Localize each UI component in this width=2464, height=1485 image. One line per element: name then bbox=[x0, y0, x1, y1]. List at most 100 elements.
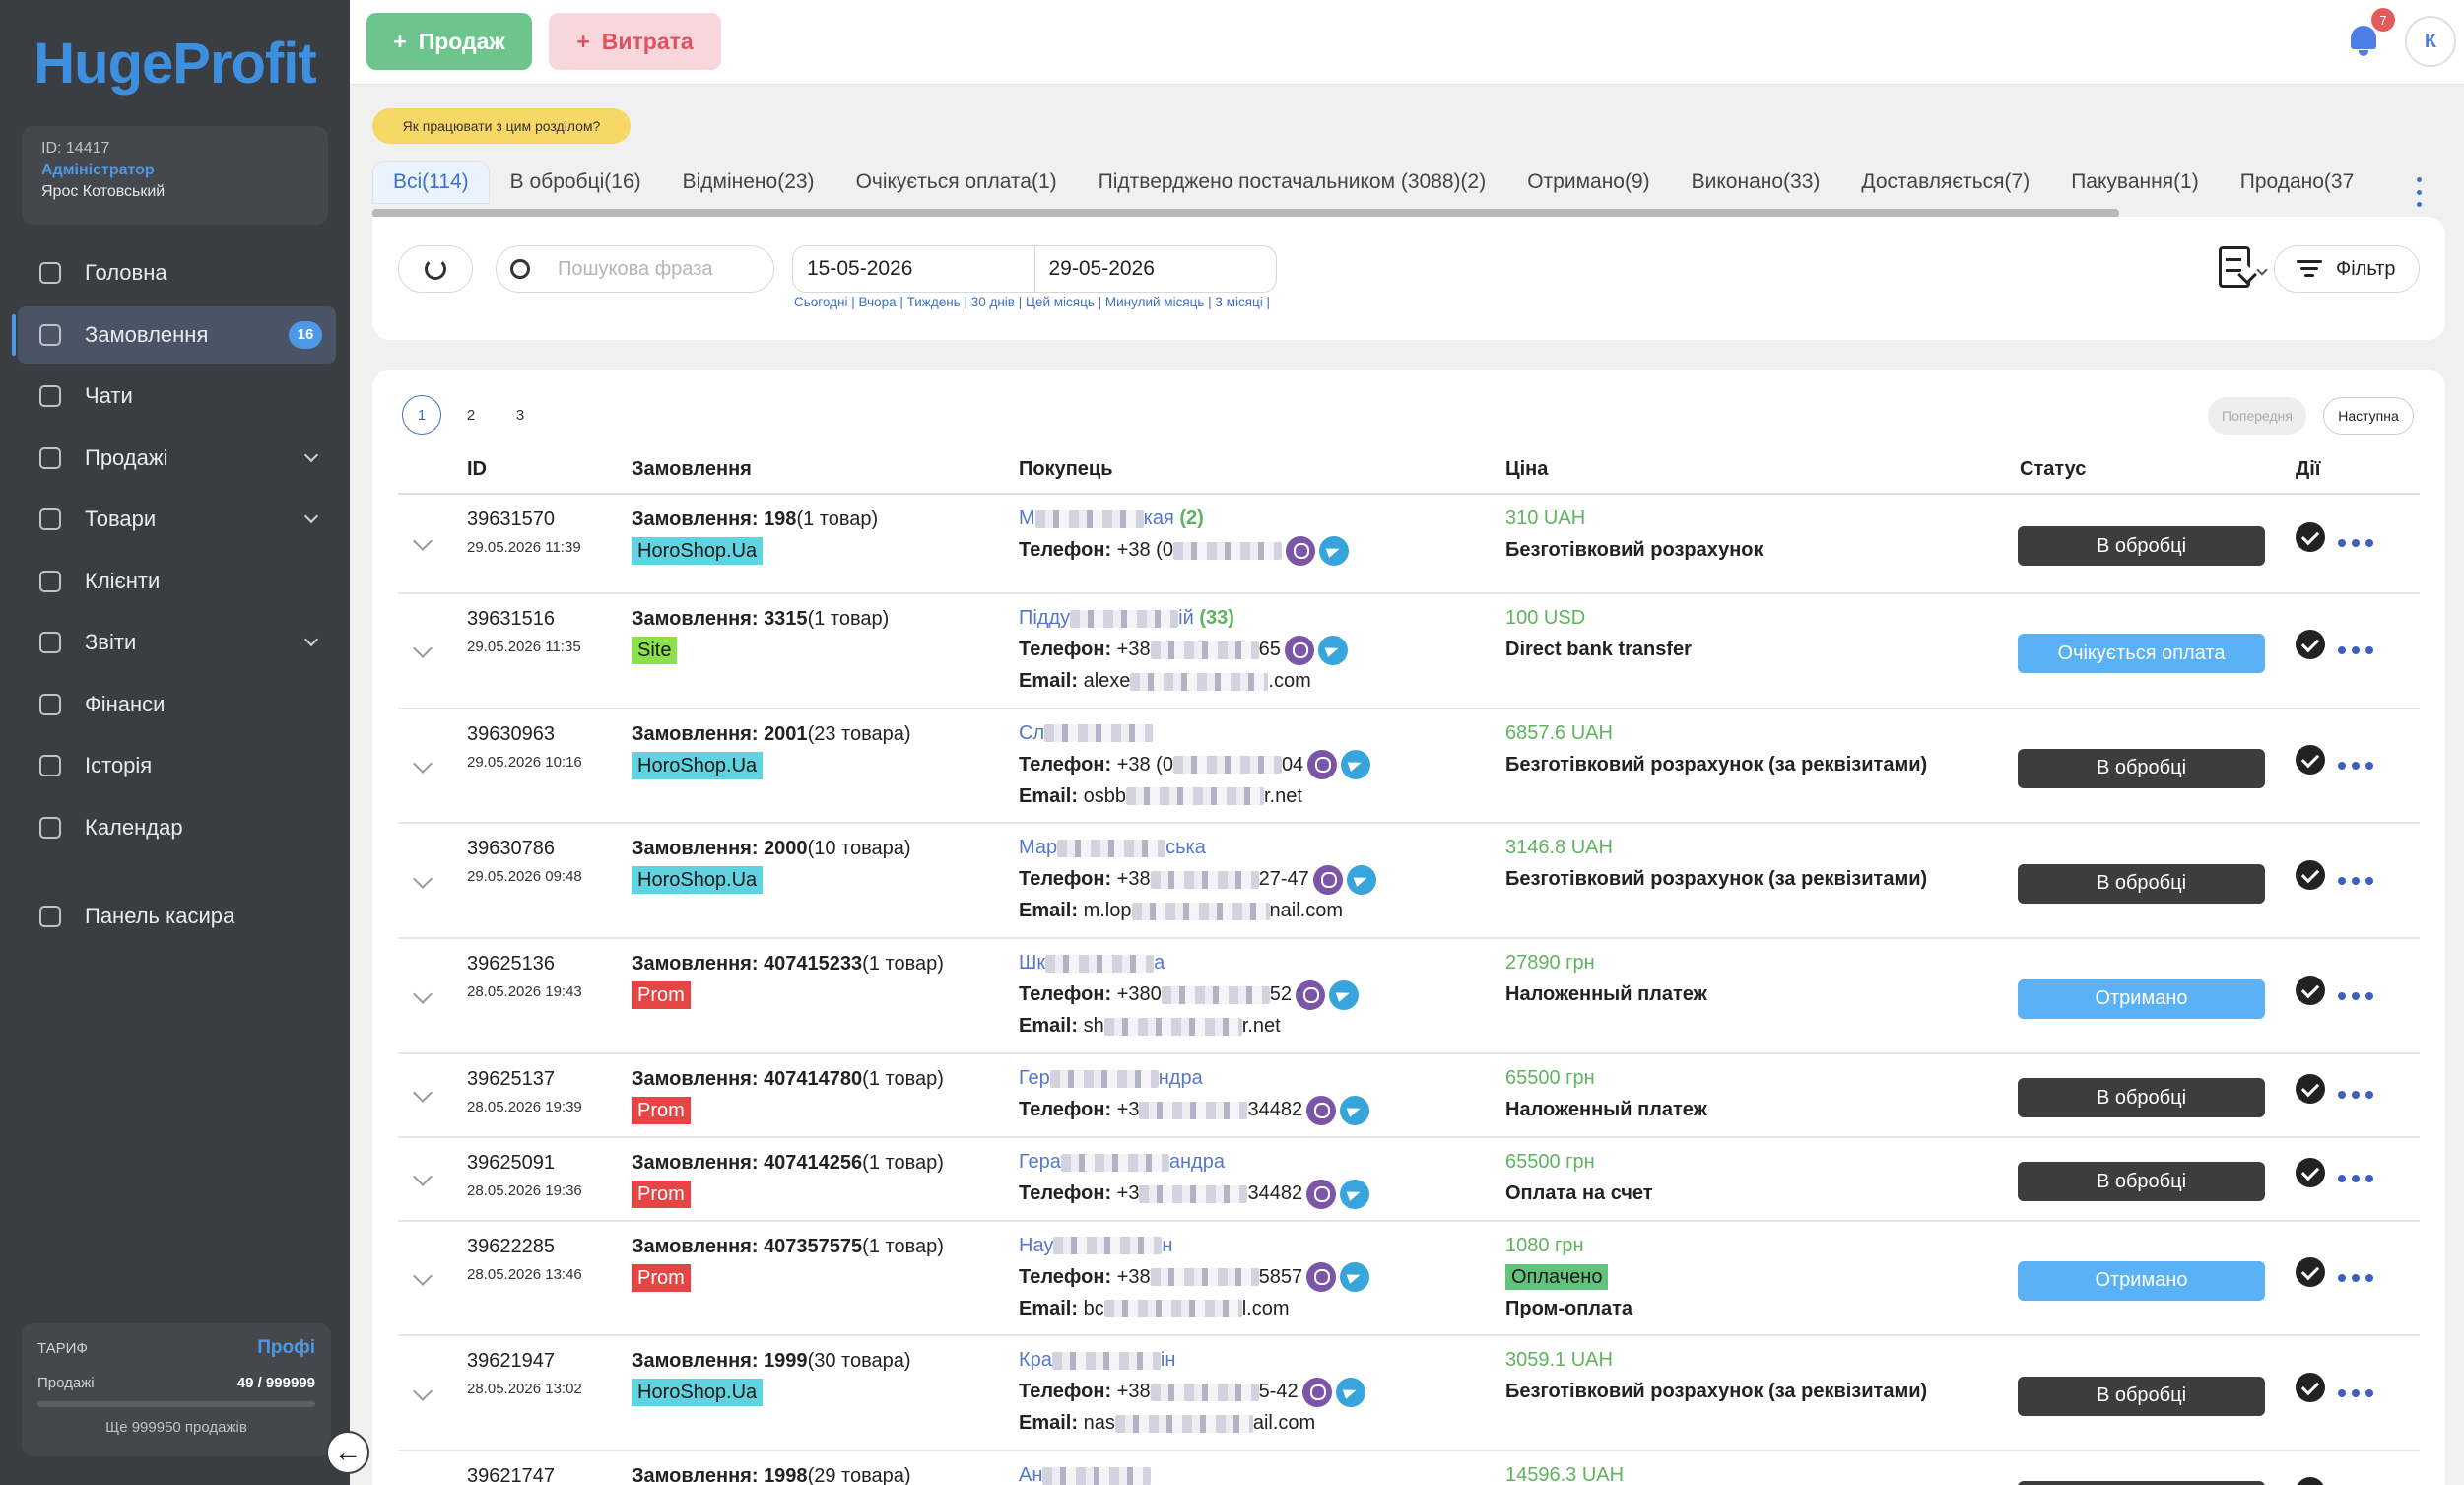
status-badge[interactable]: Отримано bbox=[2018, 979, 2265, 1019]
telegram-icon[interactable] bbox=[1335, 1378, 1365, 1408]
order-id[interactable]: 39621747 bbox=[467, 1465, 555, 1485]
page-button-2[interactable]: 2 bbox=[451, 395, 491, 435]
tab-status-5[interactable]: Отримано(9) bbox=[1506, 161, 1670, 204]
order-id[interactable]: 39625136 28.05.2026 19:43 bbox=[467, 953, 582, 1000]
column-header-status[interactable]: Статус bbox=[2020, 458, 2086, 481]
table-row[interactable]: 39631570 29.05.2026 11:39 Замовлення: 198(… bbox=[398, 495, 2420, 594]
column-header-buyer[interactable]: Покупець bbox=[1019, 458, 1113, 481]
more-horizontal-icon[interactable] bbox=[2338, 1388, 2373, 1399]
check-circle-icon[interactable] bbox=[2296, 522, 2325, 553]
more-horizontal-icon[interactable] bbox=[2338, 1175, 2373, 1184]
sidebar-item-4[interactable]: Товари bbox=[18, 491, 336, 548]
telegram-icon[interactable] bbox=[1341, 750, 1371, 780]
telegram-icon[interactable] bbox=[1317, 635, 1348, 665]
more-horizontal-icon[interactable] bbox=[2338, 539, 2373, 549]
status-badge[interactable]: В обробці bbox=[2018, 1078, 2265, 1118]
collapse-sidebar-button[interactable]: ← bbox=[326, 1431, 369, 1474]
order-summary[interactable]: Замовлення: 3315(1 товар) Site bbox=[632, 608, 889, 664]
filter-button[interactable]: Фільтр bbox=[2274, 245, 2420, 293]
check-circle-icon[interactable] bbox=[2296, 859, 2325, 890]
telegram-icon[interactable] bbox=[1346, 865, 1376, 896]
order-id[interactable]: 39622285 28.05.2026 13:46 bbox=[467, 1236, 582, 1283]
page-button-3[interactable]: 3 bbox=[500, 395, 540, 435]
buyer-name[interactable]: Сл bbox=[1019, 717, 1370, 749]
order-id[interactable]: 39630786 29.05.2026 09:48 bbox=[467, 838, 582, 885]
viber-icon[interactable] bbox=[1307, 750, 1338, 780]
table-row[interactable]: 39621947 28.05.2026 13:02 Замовлення: 1999… bbox=[398, 1336, 2420, 1452]
page-button-1[interactable]: 1 bbox=[402, 395, 441, 435]
order-summary[interactable]: Замовлення: 407414256(1 товар) Prom bbox=[632, 1152, 944, 1208]
more-horizontal-icon[interactable] bbox=[2338, 991, 2373, 1002]
buyer-name[interactable]: Нау н bbox=[1019, 1230, 1369, 1261]
viber-icon[interactable] bbox=[1285, 535, 1315, 566]
more-horizontal-icon[interactable] bbox=[2338, 761, 2373, 772]
viber-icon[interactable] bbox=[1306, 1095, 1337, 1125]
order-summary[interactable]: Замовлення: 1998(29 товара) bbox=[632, 1465, 911, 1485]
tab-status-8[interactable]: Пакування(1) bbox=[2050, 161, 2220, 204]
buyer-name[interactable]: Гер ндра bbox=[1019, 1062, 1369, 1094]
status-badge[interactable]: В обробці bbox=[2018, 863, 2265, 904]
telegram-icon[interactable] bbox=[1328, 979, 1359, 1010]
tariff-plan[interactable]: Профі bbox=[257, 1337, 315, 1359]
buyer-name[interactable]: Гера андра bbox=[1019, 1146, 1369, 1178]
order-summary[interactable]: Замовлення: 1999(30 товара) HoroShop.Ua bbox=[632, 1350, 911, 1407]
status-badge[interactable]: В обробці bbox=[2018, 1162, 2265, 1202]
avatar[interactable]: К bbox=[2405, 16, 2456, 67]
more-horizontal-icon[interactable] bbox=[2338, 1273, 2373, 1284]
table-row[interactable]: 39625091 28.05.2026 19:36 Замовлення: 4074… bbox=[398, 1138, 2420, 1222]
sidebar-item-5[interactable]: Клієнти bbox=[18, 553, 336, 610]
sidebar-item-0[interactable]: Головна bbox=[18, 244, 336, 302]
tab-status-1[interactable]: В обробці(16) bbox=[490, 161, 662, 204]
order-summary[interactable]: Замовлення: 2001(23 товара) HoroShop.Ua bbox=[632, 723, 911, 779]
search-field[interactable] bbox=[496, 245, 774, 293]
order-summary[interactable]: Замовлення: 407414780(1 товар) Prom bbox=[632, 1068, 944, 1124]
viber-icon[interactable] bbox=[1284, 635, 1314, 665]
chevron-down-icon[interactable] bbox=[413, 1381, 433, 1401]
chevron-down-icon[interactable] bbox=[413, 754, 433, 774]
date-to-input[interactable]: 29-05-2026 bbox=[1033, 246, 1277, 292]
search-input[interactable] bbox=[558, 257, 755, 281]
buyer-name[interactable]: Підду ій (33) bbox=[1019, 602, 1348, 634]
chevron-down-icon[interactable] bbox=[413, 531, 433, 552]
check-circle-icon[interactable] bbox=[2296, 1256, 2325, 1287]
sidebar-item-9[interactable]: Календар bbox=[18, 799, 336, 856]
order-summary[interactable]: Замовлення: 2000(10 товара) HoroShop.Ua bbox=[632, 838, 911, 895]
chevron-down-icon[interactable] bbox=[413, 1266, 433, 1286]
buyer-name[interactable]: Ан bbox=[1019, 1459, 1152, 1485]
buyer-name[interactable]: Мкая (2) bbox=[1019, 503, 1349, 534]
table-row[interactable]: 39622285 28.05.2026 13:46 Замовлення: 4073… bbox=[398, 1222, 2420, 1337]
tab-status-2[interactable]: Відмінено(23) bbox=[662, 161, 835, 204]
viber-icon[interactable] bbox=[1306, 1262, 1337, 1293]
order-id[interactable]: 39625137 28.05.2026 19:39 bbox=[467, 1068, 582, 1115]
tab-status-9[interactable]: Продано(37 bbox=[2220, 161, 2375, 204]
help-button[interactable]: Як працювати з цим розділом? bbox=[372, 108, 631, 144]
table-row[interactable]: 39625136 28.05.2026 19:43 Замовлення: 4074… bbox=[398, 939, 2420, 1054]
sidebar-item-3[interactable]: Продажі bbox=[18, 430, 336, 487]
sidebar-item-6[interactable]: Звіти bbox=[18, 614, 336, 671]
status-badge[interactable] bbox=[2018, 1481, 2265, 1485]
status-badge[interactable]: В обробці bbox=[2018, 526, 2265, 567]
chevron-down-icon[interactable] bbox=[413, 1167, 433, 1187]
column-header-order[interactable]: Замовлення bbox=[632, 458, 752, 481]
chevron-down-icon[interactable] bbox=[413, 983, 433, 1004]
prev-page-button[interactable]: Попередня bbox=[2208, 397, 2306, 435]
status-badge[interactable]: В обробці bbox=[2018, 748, 2265, 788]
add-expense-button[interactable]: + Витрата bbox=[549, 13, 721, 70]
status-badge[interactable]: В обробці bbox=[2018, 1376, 2265, 1416]
sidebar-item-8[interactable]: Історія bbox=[18, 737, 336, 794]
table-row[interactable]: 39621747 Замовлення: 1998(29 товара) Ан 145… bbox=[398, 1451, 2420, 1485]
sidebar-item-7[interactable]: Фінанси bbox=[18, 676, 336, 733]
table-row[interactable]: 39631516 29.05.2026 11:35 Замовлення: 3315… bbox=[398, 594, 2420, 709]
column-header-price[interactable]: Ціна bbox=[1505, 458, 1548, 481]
order-id[interactable]: 39625091 28.05.2026 19:36 bbox=[467, 1152, 582, 1199]
next-page-button[interactable]: Наступна bbox=[2323, 397, 2414, 435]
user-card[interactable]: ID: 14417 Адміністратор Ярос Котовський bbox=[22, 126, 328, 225]
export-button[interactable] bbox=[2215, 244, 2270, 294]
table-row[interactable]: 39625137 28.05.2026 19:39 Замовлення: 4074… bbox=[398, 1054, 2420, 1138]
order-id[interactable]: 39631516 29.05.2026 11:35 bbox=[467, 608, 581, 655]
status-badge[interactable]: Очікується оплата bbox=[2018, 634, 2265, 674]
chevron-down-icon[interactable] bbox=[413, 639, 433, 659]
telegram-icon[interactable] bbox=[1340, 1262, 1370, 1293]
refresh-button[interactable] bbox=[398, 245, 473, 293]
tab-status-3[interactable]: Очікується оплата(1) bbox=[835, 161, 1078, 204]
